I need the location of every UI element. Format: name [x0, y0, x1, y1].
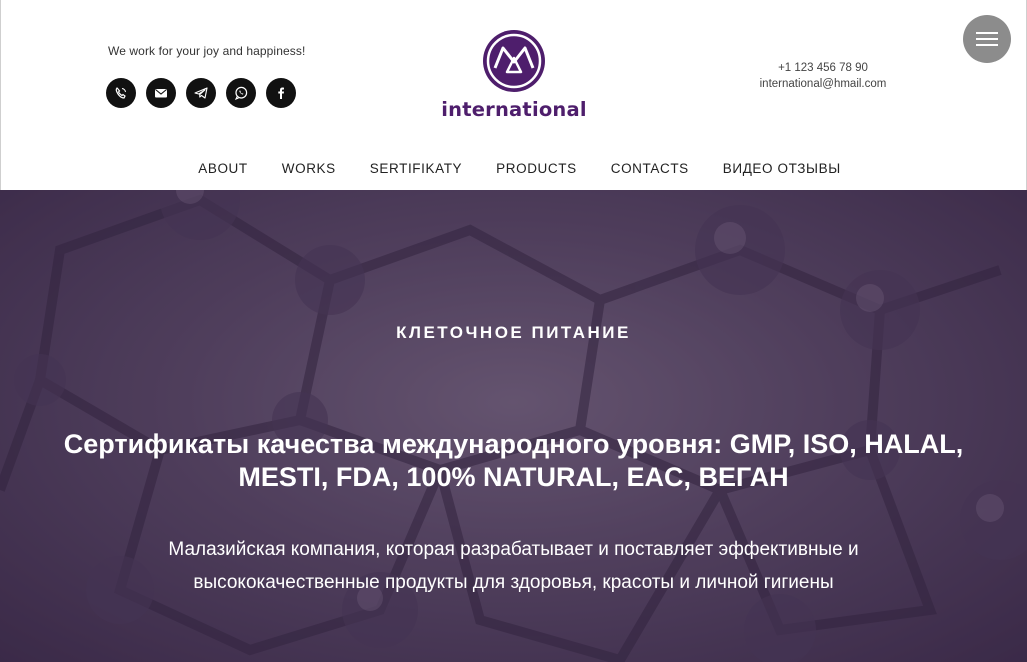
phone-number[interactable]: +1 123 456 78 90: [741, 60, 905, 76]
telegram-icon: [194, 87, 208, 99]
logo-text: international: [441, 98, 587, 121]
social-links: [106, 78, 296, 108]
nav-item-works[interactable]: WORKS: [282, 161, 336, 176]
hamburger-menu-button[interactable]: [963, 15, 1011, 63]
facebook-link[interactable]: [266, 78, 296, 108]
tagline: We work for your joy and happiness!: [108, 44, 306, 58]
hero-kicker: КЛЕТОЧНОЕ ПИТАНИЕ: [396, 323, 631, 342]
whatsapp-icon: [234, 86, 248, 101]
email-link[interactable]: [146, 78, 176, 108]
facebook-icon: [278, 87, 284, 99]
viber-link[interactable]: [106, 78, 136, 108]
nav-item-products[interactable]: PRODUCTS: [496, 161, 577, 176]
main-nav: ABOUT WORKS SERTIFIKATY PRODUCTS CONTACT…: [1, 161, 1027, 176]
site-header: We work for your joy and happiness! inte…: [0, 0, 1027, 190]
site-logo[interactable]: international: [437, 28, 591, 124]
nav-item-about[interactable]: ABOUT: [198, 161, 248, 176]
email-address[interactable]: international@hmail.com: [741, 76, 905, 92]
contact-info: +1 123 456 78 90 international@hmail.com: [741, 60, 905, 92]
whatsapp-link[interactable]: [226, 78, 256, 108]
nav-item-sertifikaty[interactable]: SERTIFIKATY: [370, 161, 462, 176]
hero-description: Малазийская компания, которая разрабатыв…: [168, 539, 859, 593]
logo-mark-icon: [483, 30, 545, 92]
nav-item-video-reviews[interactable]: ВИДЕО ОТЗЫВЫ: [723, 161, 841, 176]
hamburger-icon: [976, 32, 998, 34]
hero-title: Сертификаты качества международного уров…: [63, 429, 964, 492]
hero-section: КЛЕТОЧНОЕ ПИТАНИЕ Сертификаты качества м…: [0, 190, 1027, 662]
telegram-link[interactable]: [186, 78, 216, 108]
mail-icon: [155, 89, 167, 98]
viber-icon: [115, 87, 126, 99]
nav-item-contacts[interactable]: CONTACTS: [611, 161, 689, 176]
